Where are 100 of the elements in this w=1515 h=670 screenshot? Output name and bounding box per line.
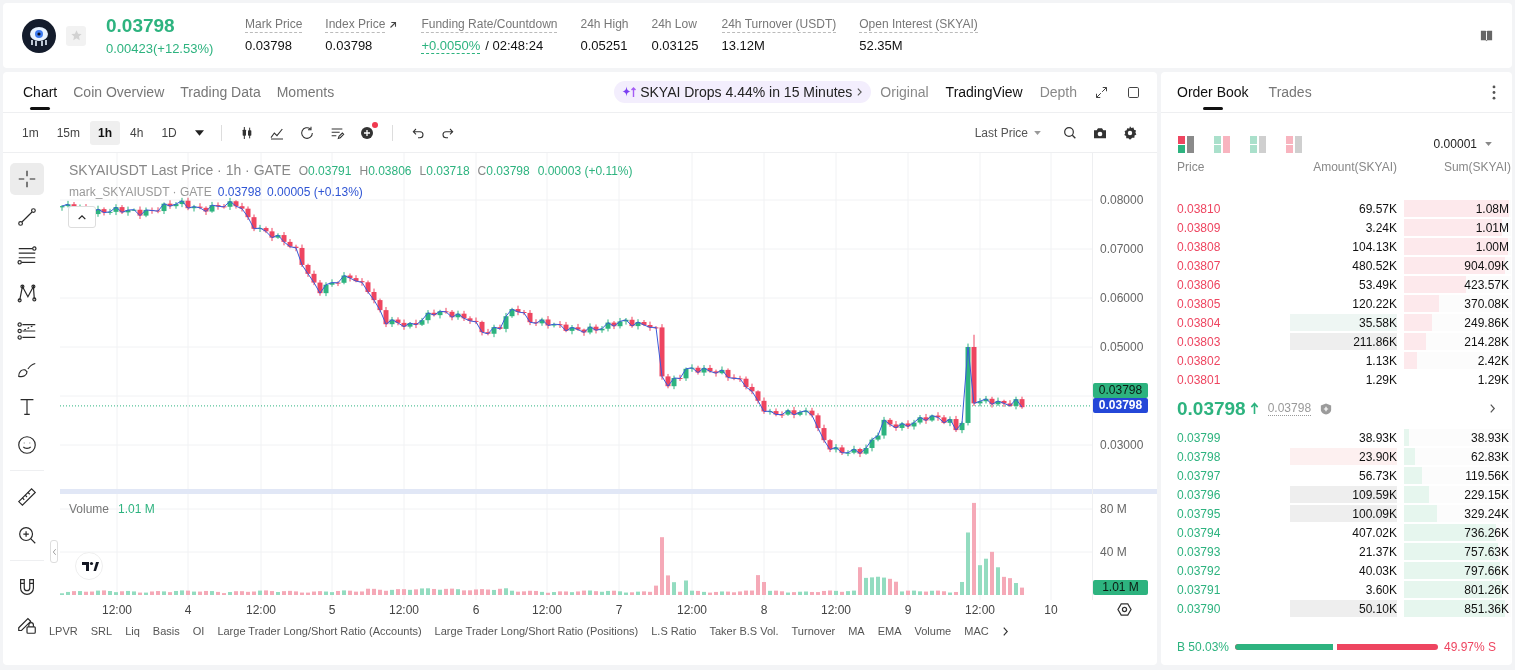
- chart-view-tab[interactable]: Depth: [1039, 84, 1077, 100]
- price-change: 0.00423(+12.53%): [106, 41, 214, 56]
- amount-value: 53.49K: [1358, 277, 1397, 292]
- order-book-tab[interactable]: Order Book: [1177, 72, 1249, 112]
- chart-tab[interactable]: Moments: [276, 72, 335, 112]
- interval-button[interactable]: 1h: [90, 120, 121, 145]
- interval-button[interactable]: 15m: [48, 120, 88, 145]
- book-icon[interactable]: [1479, 28, 1494, 43]
- interval-button[interactable]: 4h: [122, 120, 152, 145]
- ask-price: 0.03801: [1177, 372, 1221, 387]
- price-axis-label: 0.07000: [1100, 242, 1144, 256]
- order-book-tab[interactable]: Trades: [1268, 72, 1312, 112]
- amount-value: 100.09K: [1352, 506, 1397, 521]
- stat-label: Open Interest (SKYAI): [859, 17, 978, 33]
- price-axis-label: 0.03000: [1100, 438, 1144, 452]
- chart-tab[interactable]: Chart: [23, 72, 58, 112]
- sum-value: 757.63K: [1464, 544, 1509, 559]
- settings-icon[interactable]: [1117, 602, 1132, 617]
- indicator-link[interactable]: SRL: [90, 624, 113, 638]
- chart-view-tab[interactable]: TradingView: [945, 84, 1023, 100]
- settings-icon[interactable]: [1122, 124, 1138, 141]
- chart-tab[interactable]: Coin Overview: [73, 72, 165, 112]
- price-source-dropdown[interactable]: Last Price: [974, 125, 1041, 140]
- expand-icon[interactable]: [1094, 84, 1109, 100]
- volume-value: 1.01 M: [118, 502, 155, 516]
- sum-value: 62.83K: [1470, 449, 1509, 464]
- price-tag: 0.03798: [1093, 398, 1148, 413]
- indicator-link[interactable]: MAC: [964, 624, 989, 638]
- smiley-icon: [15, 434, 38, 456]
- time-axis-label: 4: [184, 603, 192, 617]
- indicator-link[interactable]: Basis: [152, 624, 180, 638]
- chart-view-tab[interactable]: Original: [880, 84, 929, 100]
- indicator-link[interactable]: Large Trader Long/Short Ratio (Accounts): [217, 624, 422, 638]
- square-icon[interactable]: [1126, 84, 1141, 100]
- chevron-right-icon: [1489, 403, 1496, 414]
- price-axis-label: 0.08000: [1100, 193, 1144, 207]
- more-button[interactable]: [1492, 84, 1496, 100]
- stat-value: 0.05251: [580, 38, 628, 54]
- time-axis-label: 8: [760, 603, 768, 617]
- indicator-link[interactable]: L.S Ratio: [651, 624, 697, 638]
- chart-symbol-label: SKYAIUSDT Last Price · 1h · GATE: [69, 161, 291, 179]
- time-axis-label: 7: [615, 603, 623, 617]
- replay-icon[interactable]: [298, 124, 315, 141]
- interval-button[interactable]: 1m: [14, 120, 47, 145]
- caret-down-icon[interactable]: [194, 129, 204, 136]
- indicator-link[interactable]: Taker B.S Vol.: [709, 624, 779, 638]
- stat-value: / 02:48:24: [485, 38, 544, 54]
- chevron-right-icon: [1001, 625, 1009, 637]
- indicator-link[interactable]: Large Trader Long/Short Ratio (Positions): [434, 624, 639, 638]
- stat-value: 0.03798: [245, 38, 292, 54]
- precision-dropdown[interactable]: 0.00001: [1433, 137, 1492, 151]
- indicator-link[interactable]: Volume: [914, 624, 952, 638]
- volume-axis-label: 40 M: [1100, 545, 1127, 559]
- add-indicator-icon[interactable]: [358, 124, 375, 141]
- shield-plus-icon: [1320, 402, 1333, 415]
- alert-text: SKYAI Drops 4.44% in 15 Minutes: [640, 84, 853, 100]
- sum-value: 1.29K: [1477, 372, 1509, 387]
- fib-levels-icon: [15, 320, 38, 342]
- sum-value: 736.26K: [1464, 525, 1509, 540]
- stat-value: 13.12M: [721, 38, 765, 54]
- search-icon[interactable]: [1062, 124, 1078, 141]
- indicator-link[interactable]: MA: [848, 624, 865, 638]
- stat-label: Mark Price: [245, 17, 303, 33]
- time-axis-label: 12:00: [677, 603, 707, 617]
- collapse-legend-button[interactable]: [68, 206, 96, 228]
- mark-change-value: 0.00005 (+0.13%): [267, 185, 363, 199]
- sum-value: 214.28K: [1464, 334, 1509, 349]
- price-tag: 0.03798: [1093, 383, 1148, 398]
- sum-value: 797.66K: [1464, 563, 1509, 578]
- interval-button[interactable]: 1D: [153, 120, 185, 145]
- amount-value: 35.58K: [1358, 315, 1397, 330]
- column-header: Price: [1177, 160, 1205, 174]
- external-link-icon[interactable]: [388, 20, 399, 30]
- sum-value: 329.24K: [1464, 506, 1509, 521]
- bids-book-icon: [1250, 135, 1267, 153]
- indicator-link[interactable]: Liq: [125, 624, 140, 638]
- indicator-link[interactable]: Turnover: [791, 624, 836, 638]
- expand-trades-button[interactable]: [1489, 403, 1496, 414]
- ask-price: 0.03803: [1177, 334, 1221, 349]
- amount-value: 3.24K: [1365, 220, 1397, 235]
- amount-value: 3.60K: [1365, 582, 1397, 597]
- scroll-right-button[interactable]: [1001, 625, 1009, 637]
- time-axis-label: 12:00: [821, 603, 851, 617]
- price-alert-pill[interactable]: SKYAI Drops 4.44% in 15 Minutes: [614, 81, 872, 103]
- column-header: Sum(SKYAI): [1443, 160, 1511, 174]
- indicator-link[interactable]: EMA: [877, 624, 902, 638]
- amount-value: 480.52K: [1352, 258, 1397, 273]
- indicator-link[interactable]: LPVR: [49, 624, 78, 638]
- stat-label: Funding Rate/Countdown: [421, 17, 558, 33]
- bid-price: 0.03795: [1177, 506, 1221, 521]
- amount-value: 69.57K: [1358, 201, 1397, 216]
- chevron-up-icon: [77, 213, 87, 221]
- chart-tab[interactable]: Trading Data: [180, 72, 261, 112]
- chart-logo-icon[interactable]: [75, 552, 103, 580]
- book-view-button[interactable]: [1178, 135, 1195, 153]
- volume-label: Volume: [69, 502, 110, 516]
- stat-label: Index Price: [325, 17, 386, 33]
- time-axis-label: 6: [472, 603, 480, 617]
- indicator-link[interactable]: OI: [192, 624, 205, 638]
- amount-value: 1.29K: [1365, 372, 1397, 387]
